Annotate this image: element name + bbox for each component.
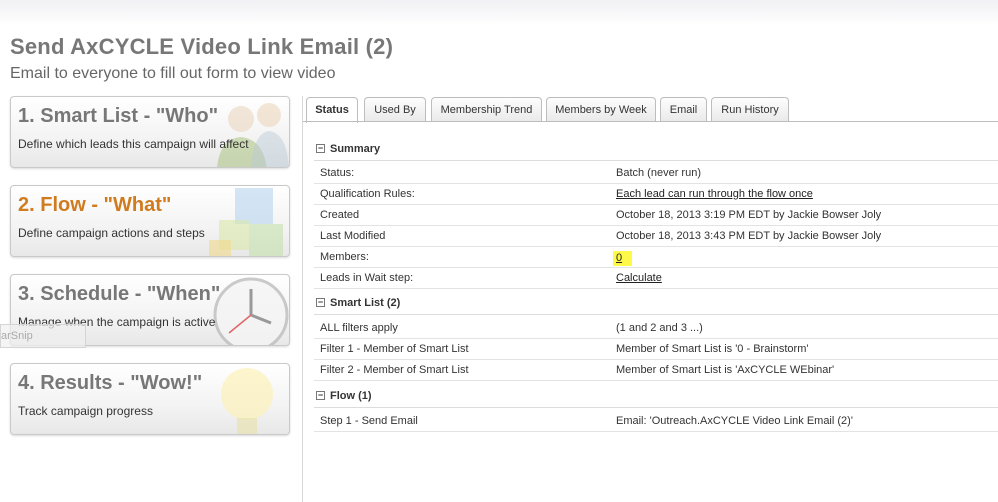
smartlist-row: Filter 2 - Member of Smart List Member o… <box>314 360 998 381</box>
panel-divider <box>302 96 303 502</box>
members-count-link[interactable]: 0 <box>613 251 633 266</box>
row-value: October 18, 2013 3:19 PM EDT by Jackie B… <box>616 209 882 221</box>
page-title: Send AxCYCLE Video Link Email (2) <box>10 34 394 59</box>
row-label: Created <box>320 209 360 221</box>
row-label: Qualification Rules: <box>320 188 415 200</box>
row-label: Filter 2 - Member of Smart List <box>320 364 469 376</box>
row-value: Member of Smart List is '0 - Brainstorm' <box>616 343 809 355</box>
browser-top-band <box>0 0 998 26</box>
tab-membership-trend[interactable]: Membership Trend <box>431 97 542 122</box>
section-summary[interactable]: − Summary <box>314 140 998 161</box>
card-results[interactable]: 4. Results - "Wow!" Track campaign progr… <box>10 363 290 435</box>
summary-row-wait-step: Leads in Wait step: Calculate <box>314 268 998 289</box>
row-label: Status: <box>320 167 355 179</box>
summary-row-qualification: Qualification Rules: Each lead can run t… <box>314 184 998 205</box>
row-label: Members: <box>320 251 369 263</box>
qualification-rules-link[interactable]: Each lead can run through the flow once <box>616 188 813 200</box>
tab-run-history[interactable]: Run History <box>711 97 789 122</box>
summary-row-members: Members: 0 <box>314 247 998 268</box>
card-description: Define campaign actions and steps <box>18 226 205 240</box>
section-title: Summary <box>330 143 381 155</box>
smartlist-row: ALL filters apply (1 and 2 and 3 ...) <box>314 318 998 339</box>
card-heading: 2. Flow - "What" <box>18 194 172 216</box>
section-smart-list[interactable]: − Smart List (2) <box>314 294 998 315</box>
summary-row-status: Status: Batch (never run) <box>314 163 998 184</box>
row-label: ALL filters apply <box>320 322 398 334</box>
row-value: (1 and 2 and 3 ...) <box>616 322 703 334</box>
collapse-icon[interactable]: − <box>316 391 325 400</box>
smartlist-row: Filter 1 - Member of Smart List Member o… <box>314 339 998 360</box>
card-heading: 4. Results - "Wow!" <box>18 372 203 394</box>
section-title: Smart List (2) <box>330 297 401 309</box>
card-description: Define which leads this campaign will af… <box>18 137 249 151</box>
card-heading: 3. Schedule - "When" <box>18 283 221 305</box>
row-label: Leads in Wait step: <box>320 272 414 284</box>
collapse-icon[interactable]: − <box>316 298 325 307</box>
row-value: October 18, 2013 3:43 PM EDT by Jackie B… <box>616 230 882 242</box>
calculate-link[interactable]: Calculate <box>616 272 662 284</box>
tab-used-by[interactable]: Used By <box>364 97 426 122</box>
tab-baseline <box>303 121 998 122</box>
tab-status[interactable]: Status <box>306 97 358 123</box>
blocks-icon <box>209 188 283 256</box>
row-label: Step 1 - Send Email <box>320 415 418 427</box>
section-flow[interactable]: − Flow (1) <box>314 387 998 408</box>
row-label: Last Modified <box>320 230 386 242</box>
flow-row: Step 1 - Send Email Email: 'Outreach.AxC… <box>314 411 998 432</box>
row-value: Member of Smart List is 'AxCYCLE WEbinar… <box>616 364 835 376</box>
card-heading: 1. Smart List - "Who" <box>18 105 219 127</box>
snip-overlay-fragment: arSnip <box>0 324 86 348</box>
summary-row-last-modified: Last Modified October 18, 2013 3:43 PM E… <box>314 226 998 247</box>
section-title: Flow (1) <box>330 390 372 402</box>
row-value: Batch (never run) <box>616 167 701 179</box>
tab-members-by-week[interactable]: Members by Week <box>546 97 656 122</box>
tab-email[interactable]: Email <box>660 97 707 122</box>
page-subtitle: Email to everyone to fill out form to vi… <box>10 65 336 82</box>
card-smart-list[interactable]: 1. Smart List - "Who" Define which leads… <box>10 96 290 168</box>
collapse-icon[interactable]: − <box>316 144 325 153</box>
card-flow[interactable]: 2. Flow - "What" Define campaign actions… <box>10 185 290 257</box>
card-description: Track campaign progress <box>18 404 153 418</box>
summary-row-created: Created October 18, 2013 3:19 PM EDT by … <box>314 205 998 226</box>
row-label: Filter 1 - Member of Smart List <box>320 343 469 355</box>
row-value: Email: 'Outreach.AxCYCLE Video Link Emai… <box>616 415 853 427</box>
